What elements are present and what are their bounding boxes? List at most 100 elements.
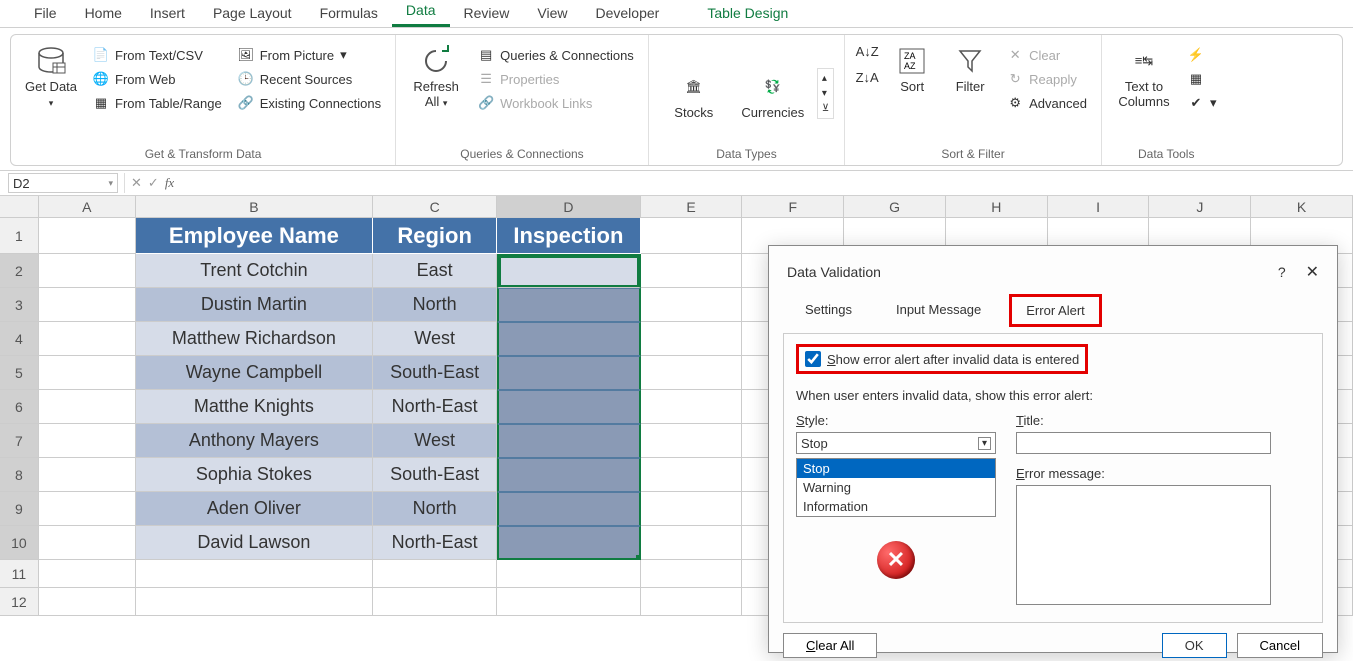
cell[interactable]: Aden Oliver bbox=[136, 492, 373, 526]
gallery-more-icon[interactable]: ⊻ bbox=[822, 103, 829, 114]
data-validation-button[interactable]: ✔▾ bbox=[1184, 93, 1221, 113]
remove-duplicates-button[interactable]: ▦ bbox=[1184, 69, 1221, 89]
show-error-alert-checkbox[interactable] bbox=[805, 351, 821, 367]
sort-asc-button[interactable]: A↓Z bbox=[855, 41, 879, 61]
cell[interactable]: North-East bbox=[373, 526, 497, 560]
col-header-H[interactable]: H bbox=[946, 196, 1048, 217]
col-header-I[interactable]: I bbox=[1048, 196, 1150, 217]
col-header-K[interactable]: K bbox=[1251, 196, 1353, 217]
dialog-tab-settings[interactable]: Settings bbox=[789, 294, 868, 327]
tab-insert[interactable]: Insert bbox=[136, 1, 199, 27]
cell[interactable] bbox=[497, 588, 640, 616]
row-header[interactable]: 8 bbox=[0, 458, 39, 492]
cell[interactable] bbox=[39, 458, 136, 492]
cancel-formula-icon[interactable]: ✕ bbox=[131, 175, 142, 191]
from-picture-button[interactable]: 🖼From Picture ▾ bbox=[234, 45, 385, 65]
cell[interactable] bbox=[641, 560, 743, 588]
col-header-C[interactable]: C bbox=[373, 196, 497, 217]
from-web-button[interactable]: 🌐From Web bbox=[89, 69, 226, 89]
tab-developer[interactable]: Developer bbox=[582, 1, 674, 27]
existing-connections-button[interactable]: 🔗Existing Connections bbox=[234, 93, 385, 113]
style-select[interactable]: Stop▾ bbox=[796, 432, 996, 454]
cell[interactable] bbox=[39, 560, 136, 588]
tab-table-design[interactable]: Table Design bbox=[693, 1, 802, 27]
row-header[interactable]: 12 bbox=[0, 588, 39, 616]
cell[interactable] bbox=[39, 322, 136, 356]
cell[interactable] bbox=[641, 458, 743, 492]
tab-data[interactable]: Data bbox=[392, 0, 450, 27]
tab-home[interactable]: Home bbox=[71, 1, 136, 27]
cell[interactable] bbox=[641, 218, 743, 254]
cell[interactable] bbox=[39, 588, 136, 616]
text-to-columns-button[interactable]: ≡↹Text to Columns bbox=[1112, 41, 1176, 109]
style-option-warning[interactable]: Warning bbox=[797, 478, 995, 497]
flash-fill-button[interactable]: ⚡ bbox=[1184, 45, 1221, 65]
cell[interactable]: Trent Cotchin bbox=[136, 254, 373, 288]
dialog-close-icon[interactable]: ✕ bbox=[1306, 264, 1319, 281]
cell[interactable] bbox=[39, 254, 136, 288]
get-data-button[interactable]: Get Data ▾ bbox=[21, 41, 81, 109]
from-text-csv-button[interactable]: 📄From Text/CSV bbox=[89, 45, 226, 65]
cell[interactable] bbox=[497, 424, 641, 458]
cell[interactable] bbox=[641, 424, 743, 458]
row-header[interactable]: 3 bbox=[0, 288, 39, 322]
cell[interactable] bbox=[641, 390, 743, 424]
fill-handle[interactable] bbox=[636, 555, 641, 560]
sort-button[interactable]: ZAAZSort bbox=[887, 41, 937, 94]
gallery-down-icon[interactable]: ▾ bbox=[822, 88, 829, 99]
fx-icon[interactable]: fx bbox=[165, 175, 174, 191]
row-header[interactable]: 9 bbox=[0, 492, 39, 526]
cell[interactable] bbox=[497, 560, 640, 588]
cell[interactable] bbox=[497, 526, 641, 560]
dialog-help-icon[interactable]: ? bbox=[1278, 264, 1286, 280]
cell[interactable] bbox=[39, 356, 136, 390]
cell[interactable] bbox=[39, 424, 136, 458]
filter-button[interactable]: Filter bbox=[945, 41, 995, 94]
cell[interactable]: East bbox=[373, 254, 497, 288]
cell[interactable]: Region bbox=[373, 218, 497, 254]
cell[interactable] bbox=[39, 390, 136, 424]
cell[interactable]: North bbox=[373, 288, 497, 322]
row-header[interactable]: 2 bbox=[0, 254, 39, 288]
enter-formula-icon[interactable]: ✓ bbox=[148, 175, 159, 191]
row-header[interactable]: 6 bbox=[0, 390, 39, 424]
row-header[interactable]: 4 bbox=[0, 322, 39, 356]
advanced-filter-button[interactable]: ⚙Advanced bbox=[1003, 93, 1091, 113]
queries-connections-button[interactable]: ▤Queries & Connections bbox=[474, 45, 638, 65]
cell[interactable] bbox=[641, 526, 743, 560]
cell[interactable] bbox=[641, 254, 743, 288]
tab-formulas[interactable]: Formulas bbox=[306, 1, 392, 27]
cell[interactable] bbox=[497, 356, 641, 390]
cell[interactable] bbox=[39, 526, 136, 560]
dialog-tab-error-alert[interactable]: Error Alert bbox=[1009, 294, 1102, 327]
col-header-J[interactable]: J bbox=[1149, 196, 1251, 217]
currencies-button[interactable]: 💱Currencies bbox=[737, 67, 809, 120]
sort-desc-button[interactable]: Z↓A bbox=[855, 67, 879, 87]
cell[interactable]: Wayne Campbell bbox=[136, 356, 373, 390]
style-option-information[interactable]: Information bbox=[797, 497, 995, 516]
cell[interactable]: David Lawson bbox=[136, 526, 373, 560]
col-header-G[interactable]: G bbox=[844, 196, 946, 217]
cell[interactable]: West bbox=[373, 322, 497, 356]
cell[interactable] bbox=[136, 588, 373, 616]
title-input[interactable] bbox=[1016, 432, 1271, 454]
cell[interactable] bbox=[641, 588, 743, 616]
formula-input[interactable] bbox=[186, 173, 1345, 193]
col-header-B[interactable]: B bbox=[136, 196, 373, 217]
cell[interactable]: South-East bbox=[373, 458, 497, 492]
cell[interactable]: Dustin Martin bbox=[136, 288, 373, 322]
cell[interactable] bbox=[39, 492, 136, 526]
cell[interactable]: Matthe Knights bbox=[136, 390, 373, 424]
cell[interactable] bbox=[641, 492, 743, 526]
cell[interactable] bbox=[497, 458, 641, 492]
ok-button[interactable]: OK bbox=[1162, 633, 1227, 658]
cell[interactable] bbox=[136, 560, 373, 588]
row-header[interactable]: 7 bbox=[0, 424, 39, 458]
style-option-stop[interactable]: Stop bbox=[797, 459, 995, 478]
error-message-textarea[interactable] bbox=[1016, 485, 1271, 605]
tab-view[interactable]: View bbox=[523, 1, 581, 27]
tab-file[interactable]: File bbox=[20, 1, 71, 27]
col-header-F[interactable]: F bbox=[742, 196, 844, 217]
cell[interactable] bbox=[39, 218, 136, 254]
stocks-button[interactable]: 🏛Stocks bbox=[659, 67, 729, 120]
